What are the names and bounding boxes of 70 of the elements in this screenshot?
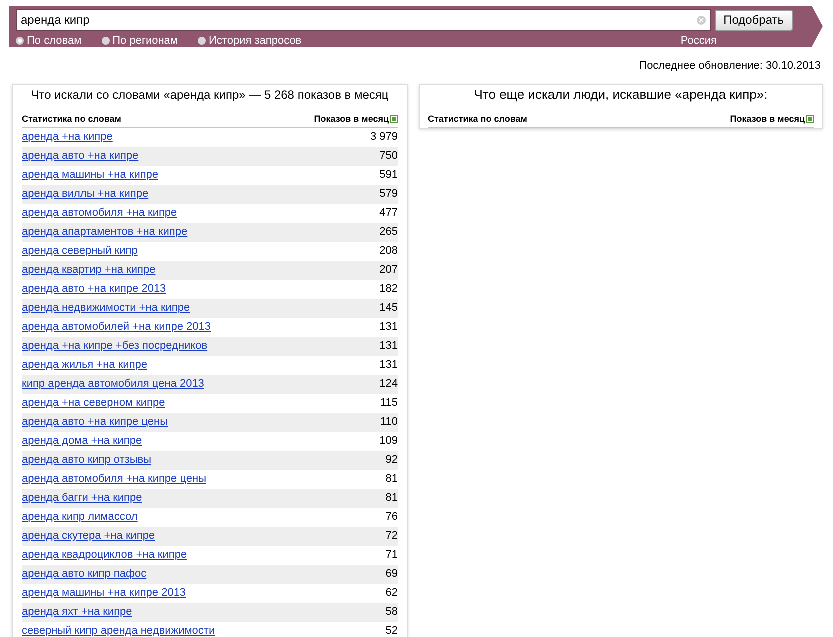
- count-cell-text: 76: [386, 510, 398, 526]
- count-cell-text: 115: [380, 396, 398, 412]
- phrase-link[interactable]: аренда северный кипр: [22, 243, 138, 260]
- phrase-link[interactable]: аренда квартир +на кипре: [22, 262, 156, 279]
- phrase-link[interactable]: аренда скутера +на кипре: [22, 528, 156, 545]
- count-cell-text: 62: [386, 586, 398, 602]
- phrase-link[interactable]: аренда +на кипре: [22, 129, 113, 146]
- phrase-link[interactable]: аренда +на кипре +без посредников: [22, 338, 208, 355]
- mode-radio[interactable]: История запросов: [198, 33, 302, 50]
- panel-title: Что искали со словами «аренда кипр» — 5 268 показов в месяц: [30, 86, 390, 102]
- count-cell-text: 207: [380, 263, 398, 278]
- phrase-link[interactable]: аренда автомобиля +на кипре цены: [22, 471, 206, 488]
- phrase-link[interactable]: аренда квадроциклов +на кипре: [22, 547, 188, 564]
- column-header: Статистика по словам: [22, 112, 122, 126]
- phrase-link[interactable]: аренда апартаментов +на кипре: [22, 224, 188, 241]
- count-cell-text: 81: [386, 472, 398, 488]
- count-cell-text: 69: [386, 567, 398, 582]
- submit-button[interactable]: Подобрать: [714, 10, 793, 30]
- phrase-link[interactable]: аренда машины +на кипре 2013: [22, 585, 186, 602]
- count-cell-text: 131: [380, 358, 398, 374]
- phrase-link[interactable]: аренда багги +на кипре: [22, 490, 142, 507]
- count-cell-text: 71: [386, 548, 398, 564]
- phrase-link[interactable]: аренда дома +на кипре: [22, 433, 142, 450]
- mode-radio[interactable]: По регионам: [102, 33, 178, 50]
- phrase-link[interactable]: аренда машины +на кипре: [22, 167, 159, 184]
- phrase-link[interactable]: аренда авто +на кипре цены: [22, 414, 168, 431]
- count-cell-text: 208: [380, 244, 398, 260]
- count-cell-text: 92: [386, 453, 398, 468]
- phrase-link[interactable]: аренда кипр лимассол: [22, 509, 138, 526]
- phrase-link[interactable]: аренда недвижимости +на кипре: [22, 300, 190, 317]
- count-cell-text: 131: [380, 320, 398, 336]
- phrase-link[interactable]: аренда виллы +на кипре: [22, 186, 149, 203]
- count-cell-text: 110: [380, 415, 398, 430]
- count-cell-text: 81: [386, 491, 398, 506]
- count-cell-text: 591: [380, 168, 398, 184]
- count-cell-text: 477: [380, 206, 398, 222]
- count-cell-text: 182: [380, 282, 398, 298]
- mode-radio[interactable]: По словам: [16, 33, 82, 50]
- count-cell-text: 72: [386, 529, 398, 544]
- export-icon[interactable]: [806, 115, 814, 124]
- last-update: Последнее обновление: 30.10.2013: [639, 59, 821, 74]
- phrase-link[interactable]: аренда авто +на кипре: [22, 148, 139, 165]
- column-header: Показов в месяц: [314, 112, 389, 126]
- count-cell-text: 3 979: [370, 130, 398, 146]
- phrase-link[interactable]: аренда жилья +на кипре: [22, 357, 148, 374]
- count-cell-text: 131: [380, 339, 398, 354]
- phrase-link[interactable]: аренда авто +на кипре 2013: [22, 281, 166, 298]
- phrase-link[interactable]: аренда автомобиля +на кипре: [22, 205, 178, 222]
- count-cell-text: 124: [380, 377, 398, 392]
- count-cell-text: 579: [380, 187, 398, 202]
- column-header: Статистика по словам: [428, 112, 528, 126]
- phrase-link[interactable]: аренда автомобилей +на кипре 2013: [22, 319, 211, 336]
- count-cell-text: 750: [380, 149, 398, 164]
- phrase-link[interactable]: аренда +на северном кипре: [22, 395, 166, 412]
- count-cell-text: 265: [380, 225, 398, 240]
- column-header: Показов в месяц: [730, 112, 805, 126]
- region-link[interactable]: Россия: [680, 34, 717, 48]
- phrase-link[interactable]: северный кипр аренда недвижимости: [22, 623, 216, 637]
- phrase-link[interactable]: аренда авто кипр пафос: [22, 566, 147, 583]
- export-icon[interactable]: [390, 115, 398, 124]
- panel-title: Что еще искали люди, искавшие «аренда кипр»:: [473, 86, 769, 102]
- count-cell-text: 109: [380, 434, 398, 450]
- phrase-link[interactable]: аренда яхт +на кипре: [22, 604, 132, 621]
- phrase-link[interactable]: кипр аренда автомобиля цена 2013: [22, 376, 204, 393]
- count-cell-text: 58: [386, 605, 398, 620]
- count-cell-text: 52: [386, 624, 398, 637]
- phrase-link[interactable]: аренда авто кипр отзывы: [22, 452, 152, 469]
- search-field[interactable]: аренда кипр: [16, 9, 711, 31]
- search-value: аренда кипр: [21, 12, 91, 29]
- count-cell-text: 145: [380, 301, 398, 316]
